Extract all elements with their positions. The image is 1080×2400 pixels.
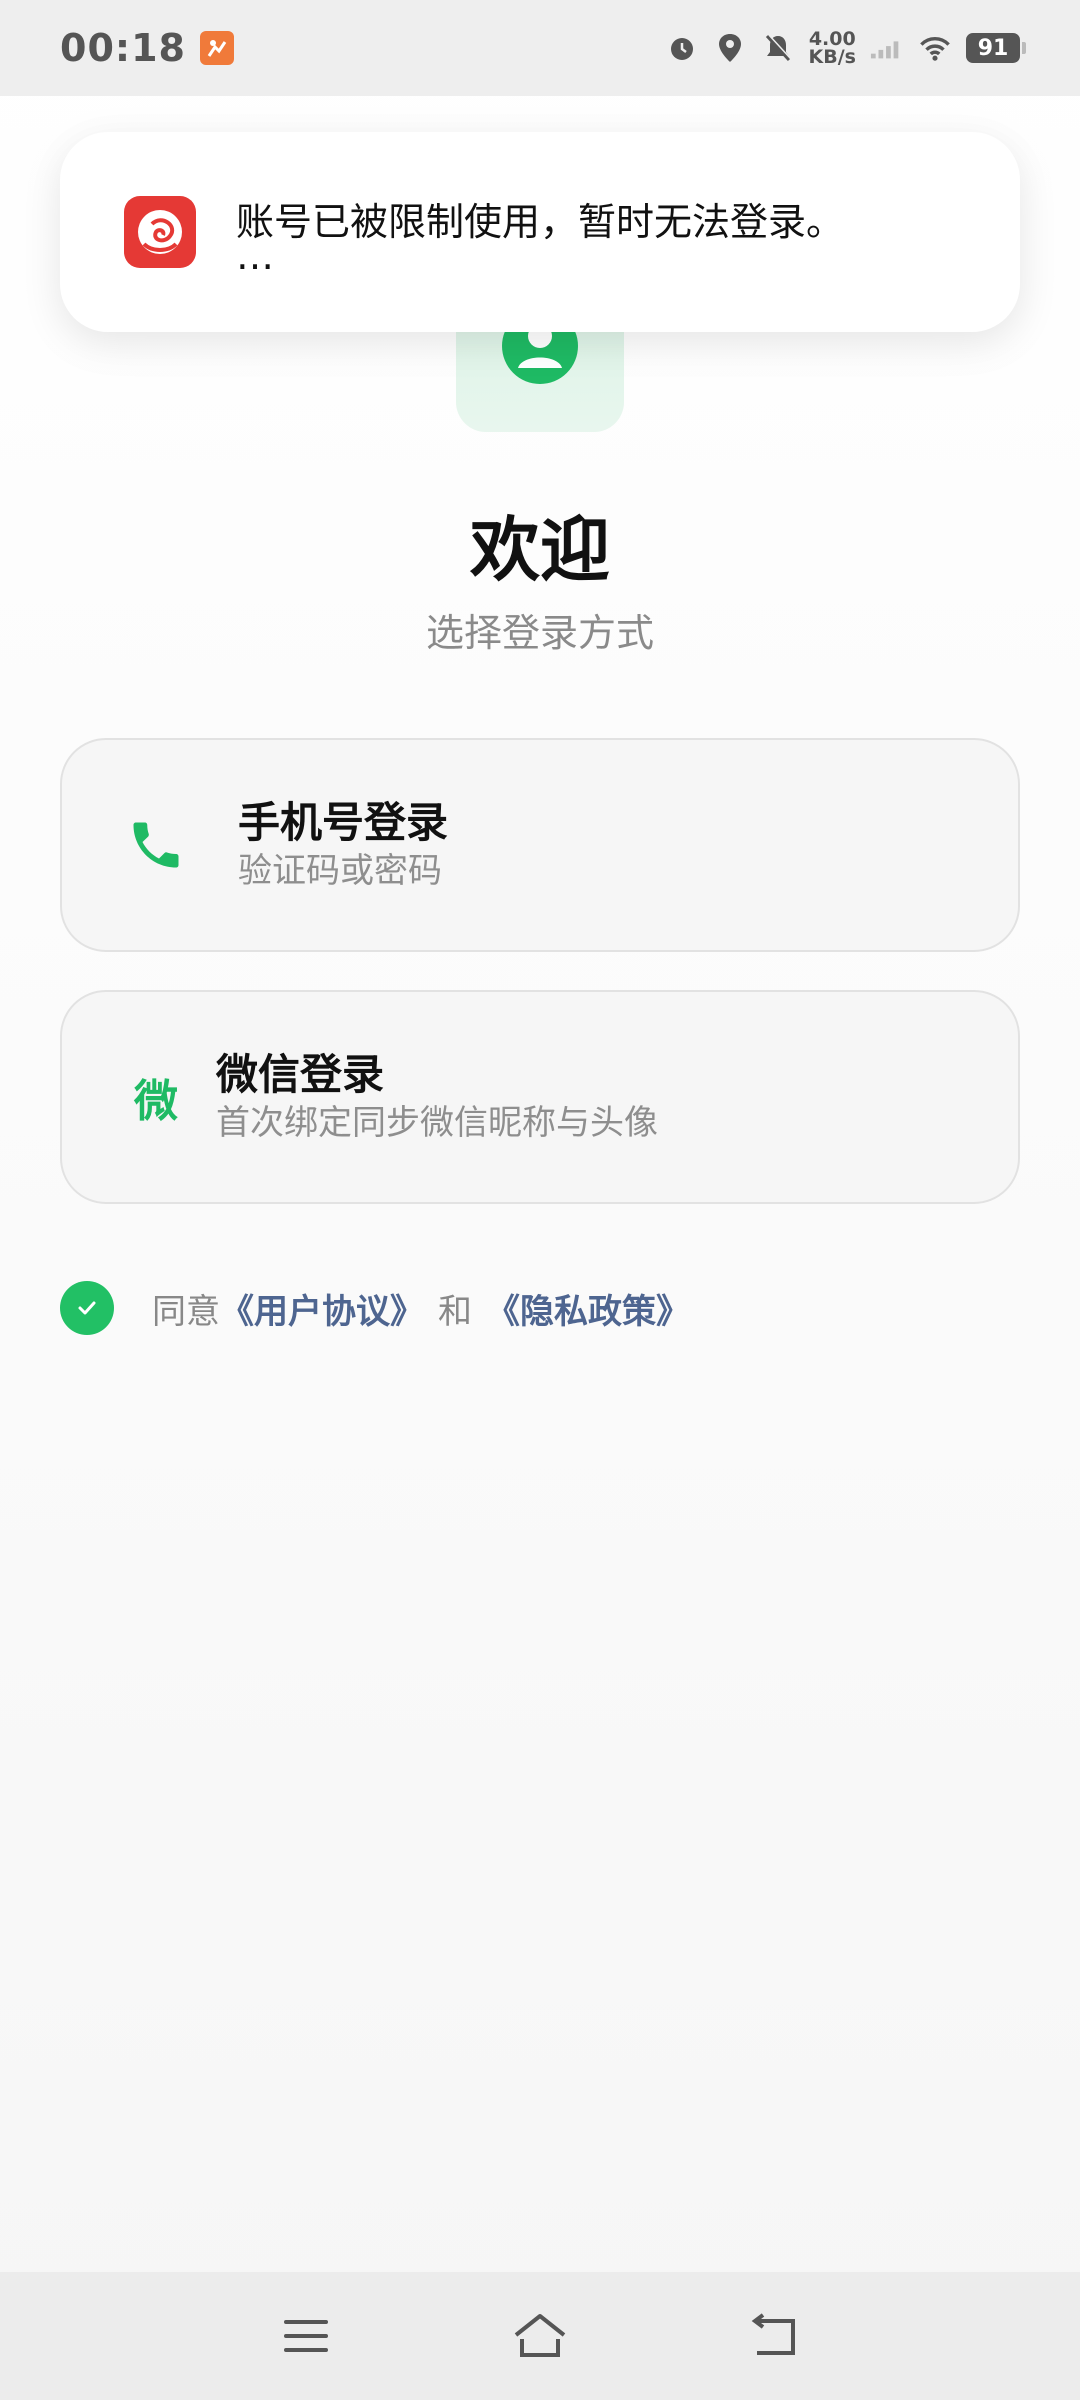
signal-icon: [870, 31, 904, 65]
location-icon: [713, 31, 747, 65]
phone-login-desc: 验证码或密码: [238, 851, 442, 891]
net-speed-unit: KB/s: [808, 46, 856, 68]
wifi-icon: [918, 31, 952, 65]
net-speed: 4.00 KB/s: [808, 30, 856, 68]
page-title: 欢迎: [470, 509, 610, 591]
menu-icon[interactable]: [274, 2304, 338, 2368]
agreement-checkbox[interactable]: [60, 1281, 114, 1335]
back-icon[interactable]: [742, 2304, 806, 2368]
status-icons: 4.00 KB/s 91: [665, 30, 1026, 68]
agreement-prefix: 同意: [152, 1291, 220, 1332]
wechat-login-desc: 首次绑定同步微信昵称与头像: [216, 1103, 658, 1143]
phone-icon: [118, 815, 194, 875]
alarm-icon: [665, 31, 699, 65]
status-bar: 00:18 4.00 KB/s 91: [0, 0, 1080, 96]
page-subtitle: 选择登录方式: [425, 611, 654, 655]
wechat-glyph: 微: [134, 1076, 178, 1127]
notification-title: 账号已被限制使用，暂时无法登录。: [236, 200, 845, 244]
agreement-and: 和: [438, 1291, 472, 1332]
home-icon[interactable]: [508, 2304, 572, 2368]
wechat-login-button[interactable]: 微 微信登录 首次绑定同步微信昵称与头像: [60, 990, 1020, 1204]
app-notification-icon: [199, 31, 234, 65]
check-icon: [78, 1301, 96, 1315]
status-time: 00:18: [60, 26, 186, 70]
mute-icon: [761, 31, 795, 65]
phone-login-button[interactable]: 手机号登录 验证码或密码: [60, 738, 1020, 952]
phone-login-title: 手机号登录: [238, 798, 449, 847]
system-nav-bar: [0, 2272, 1080, 2400]
app-logo-icon: [124, 196, 196, 268]
wechat-icon: 微: [118, 1065, 194, 1129]
user-agreement-link[interactable]: 《用户协议》: [220, 1284, 424, 1333]
login-screen: 00:18 4.00 KB/s 91 账号已被限制使用，暂时无法登录。 … 欢迎…: [0, 0, 1080, 2400]
agreement-row: 同意 《用户协议》 和 《隐私政策》: [60, 1280, 690, 1336]
privacy-policy-link[interactable]: 《隐私政策》: [486, 1284, 690, 1333]
battery-icon: 91: [966, 33, 1026, 63]
notification-ellipsis: …: [236, 234, 276, 278]
notification-banner[interactable]: 账号已被限制使用，暂时无法登录。 …: [60, 132, 1020, 332]
wechat-login-title: 微信登录: [216, 1050, 385, 1099]
